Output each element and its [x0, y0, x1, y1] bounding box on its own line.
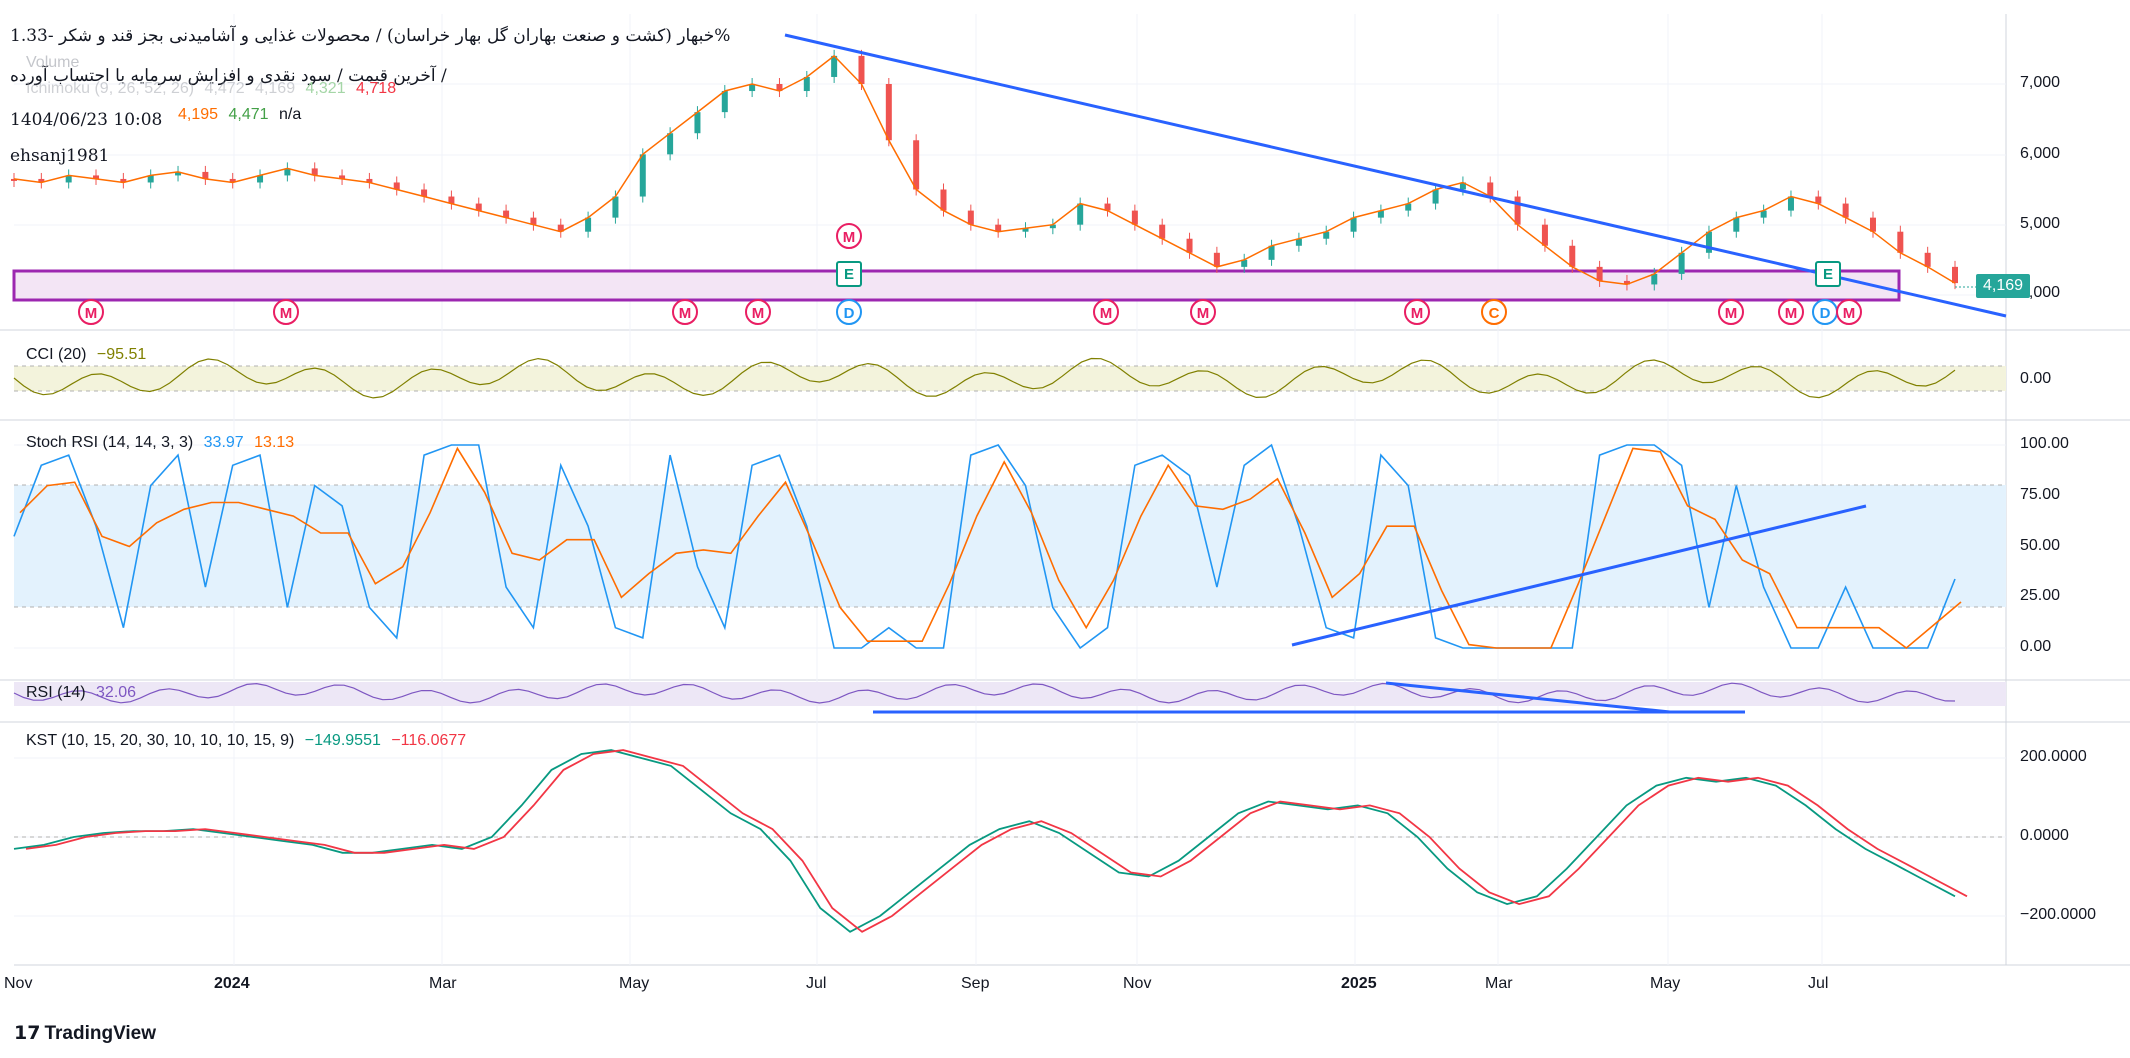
tradingview-logo[interactable]: 17 TradingView [14, 1022, 156, 1045]
event-marker-c[interactable]: C [1481, 299, 1507, 325]
event-marker-m[interactable]: M [1404, 299, 1430, 325]
price-candle [1186, 238, 1193, 253]
x-tick-sep: Sep [961, 975, 990, 992]
event-marker-m[interactable]: M [1836, 299, 1862, 325]
price-candle [1569, 245, 1576, 267]
price-candle [1213, 252, 1220, 267]
event-marker-e[interactable]: E [1815, 261, 1841, 287]
stoch-tick-0: 0.00 [2020, 638, 2052, 655]
price-candle [612, 196, 619, 218]
x-tick-jul-2: Jul [1808, 975, 1829, 992]
price-candle [694, 112, 701, 134]
price-candle [1842, 203, 1849, 218]
price-candle [1432, 189, 1439, 204]
price-candle [1131, 210, 1138, 225]
event-marker-m[interactable]: M [1778, 299, 1804, 325]
stoch-tick-25: 25.00 [2020, 587, 2061, 604]
x-tick-2024: 2024 [214, 975, 250, 992]
price-candle [1077, 203, 1084, 225]
price-candle [1733, 217, 1740, 232]
rsi-legend[interactable]: RSI (14) 32.06 [26, 684, 142, 702]
event-marker-d[interactable]: D [1812, 299, 1838, 325]
price-tick-7000: 7,000 [2020, 74, 2061, 91]
stoch-tick-75: 75.00 [2020, 486, 2061, 503]
price-candle [1159, 224, 1166, 239]
price-candle [1514, 196, 1521, 225]
kst-legend[interactable]: KST (10, 15, 20, 30, 10, 10, 10, 15, 9) … [26, 732, 472, 750]
kst-tick-200: 200.0000 [2020, 748, 2087, 765]
price-tick-5000: 5,000 [2020, 215, 2061, 232]
price-candle [913, 140, 920, 190]
price-candle [967, 210, 974, 225]
price-candle [1350, 217, 1357, 232]
x-tick-mar: Mar [429, 975, 457, 992]
price-candle [721, 91, 728, 113]
timestamp: 1404/06/23 10:08 [10, 110, 163, 130]
price-candle [1952, 266, 1958, 284]
author: ehsanj1981 [10, 146, 110, 166]
kst-tick-neg200: −200.0000 [2020, 906, 2097, 923]
event-marker-m[interactable]: M [836, 223, 862, 249]
price-candle [639, 154, 646, 197]
x-tick-2025: 2025 [1341, 975, 1377, 992]
price-candle [1924, 252, 1931, 267]
price-candle [803, 76, 810, 92]
volume-legend[interactable]: Volume [26, 54, 85, 72]
tradingview-logo-icon: 17 [14, 1022, 41, 1044]
cci-tick-0: 0.00 [2020, 370, 2052, 387]
x-tick-may: May [619, 975, 650, 992]
kst-tick-0: 0.0000 [2020, 827, 2069, 844]
price-tick-6000: 6,000 [2020, 145, 2061, 162]
x-tick-nov-2: Nov [1123, 975, 1152, 992]
x-tick-mar-2: Mar [1485, 975, 1513, 992]
event-marker-e[interactable]: E [836, 261, 862, 287]
price-candle [1787, 196, 1794, 211]
stoch-tick-50: 50.00 [2020, 537, 2061, 554]
kst-line [13, 749, 1956, 933]
price-candle [940, 189, 947, 211]
event-marker-m[interactable]: M [273, 299, 299, 325]
price-candle [585, 217, 592, 232]
kst-signal-line [25, 749, 1968, 933]
price-candle [667, 133, 674, 155]
price-candle [1487, 182, 1494, 197]
stoch-rsi-legend[interactable]: Stoch RSI (14, 14, 3, 3) 33.97 13.13 [26, 434, 300, 452]
stoch-band [14, 485, 2006, 607]
price-candle [1897, 231, 1904, 253]
rsi-band [14, 682, 2006, 706]
event-marker-d[interactable]: D [836, 299, 862, 325]
chart-canvas[interactable] [0, 0, 2130, 1058]
cci-legend[interactable]: CCI (20) −95.51 [26, 346, 152, 364]
x-tick-jul: Jul [806, 975, 827, 992]
price-candle [1869, 217, 1876, 232]
ichimoku-legend-2[interactable]: 4,195 4,471 n/a [178, 106, 307, 124]
event-marker-m[interactable]: M [1190, 299, 1216, 325]
x-tick-nov: Nov [4, 975, 33, 992]
last-price-tag: 4,169 [1976, 274, 2030, 298]
support-zone-box [12, 269, 1901, 302]
symbol-title: خبهار (کشت و صنعت بهاران گل بهار خراسان)… [10, 26, 731, 46]
price-candle [885, 84, 892, 141]
price-candle [1541, 224, 1548, 246]
event-marker-m[interactable]: M [1093, 299, 1119, 325]
x-tick-may-2: May [1650, 975, 1681, 992]
price-candle [1596, 266, 1603, 281]
ichimoku-legend[interactable]: Ichimoku (9, 26, 52, 26) 4,472 4,169 4,3… [26, 80, 402, 98]
event-marker-m[interactable]: M [1718, 299, 1744, 325]
event-marker-m[interactable]: M [78, 299, 104, 325]
price-candle [1678, 252, 1685, 274]
stoch-tick-100: 100.00 [2020, 435, 2069, 452]
price-candle [858, 55, 865, 84]
event-marker-m[interactable]: M [672, 299, 698, 325]
cci-band [14, 366, 2006, 391]
event-marker-m[interactable]: M [745, 299, 771, 325]
price-candle [1268, 245, 1275, 260]
